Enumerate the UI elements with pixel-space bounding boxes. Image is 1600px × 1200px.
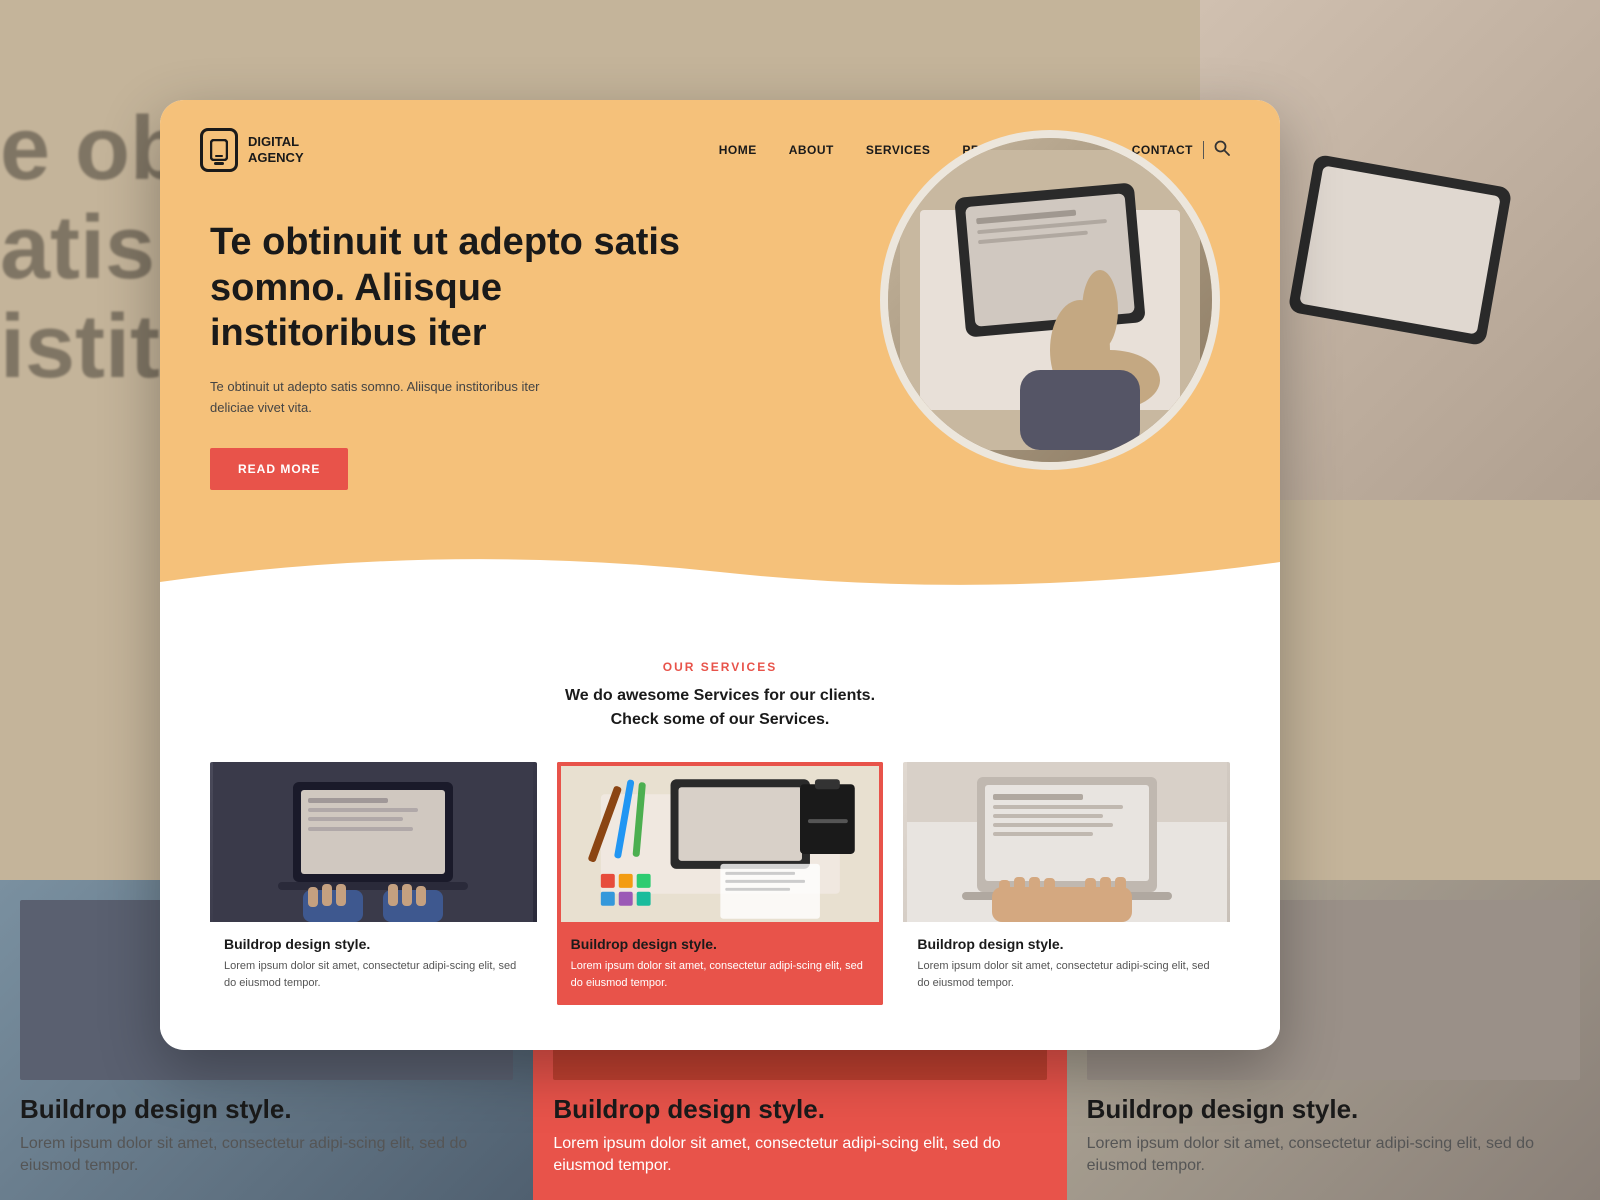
service-body-3: Buildrop design style. Lorem ipsum dolor… [903, 922, 1230, 1005]
service-desc-1: Lorem ipsum dolor sit amet, consectetur … [224, 958, 523, 991]
services-title: We do awesome Services for our clients. … [210, 684, 1230, 732]
hero-title: Te obtinuit ut adepto satis somno. Aliis… [210, 220, 710, 357]
service-card-1: Buildrop design style. Lorem ipsum dolor… [210, 762, 537, 1005]
service-card-3: Buildrop design style. Lorem ipsum dolor… [903, 762, 1230, 1005]
service-body-2: Buildrop design style. Lorem ipsum dolor… [557, 922, 884, 1005]
services-label: OUR SERVICES [210, 660, 1230, 674]
logo-icon [200, 128, 238, 172]
service-title-3: Buildrop design style. [917, 936, 1216, 952]
service-desc-3: Lorem ipsum dolor sit amet, consectetur … [917, 958, 1216, 991]
service-image-2 [557, 762, 884, 922]
hero-content: Te obtinuit ut adepto satis somno. Aliis… [210, 220, 710, 490]
services-grid: Buildrop design style. Lorem ipsum dolor… [210, 762, 1230, 1005]
read-more-button[interactable]: READ MORE [210, 448, 348, 490]
nav-about[interactable]: ABOUT [789, 143, 834, 157]
nav-home[interactable]: HOME [719, 143, 757, 157]
service-title-2: Buildrop design style. [571, 936, 870, 952]
modal-card: DIGITAL AGENCY HOME ABOUT SERVICES PROJE… [160, 100, 1280, 1050]
service-image-3 [903, 762, 1230, 922]
hero-circle-image [880, 130, 1220, 470]
service-title-1: Buildrop design style. [224, 936, 523, 952]
hero-image-placeholder [888, 138, 1212, 462]
services-header: OUR SERVICES We do awesome Services for … [210, 660, 1230, 732]
service-desc-2: Lorem ipsum dolor sit amet, consectetur … [571, 958, 870, 991]
search-icon[interactable] [1214, 140, 1230, 161]
services-section: OUR SERVICES We do awesome Services for … [160, 620, 1280, 1035]
service-body-1: Buildrop design style. Lorem ipsum dolor… [210, 922, 537, 1005]
hero-subtitle: Te obtinuit ut adepto satis somno. Aliis… [210, 377, 570, 419]
service-image-1 [210, 762, 537, 922]
hero-section: DIGITAL AGENCY HOME ABOUT SERVICES PROJE… [160, 100, 1280, 620]
logo-text: DIGITAL AGENCY [248, 134, 304, 165]
logo: DIGITAL AGENCY [200, 128, 304, 172]
service-card-2: Buildrop design style. Lorem ipsum dolor… [557, 762, 884, 1005]
